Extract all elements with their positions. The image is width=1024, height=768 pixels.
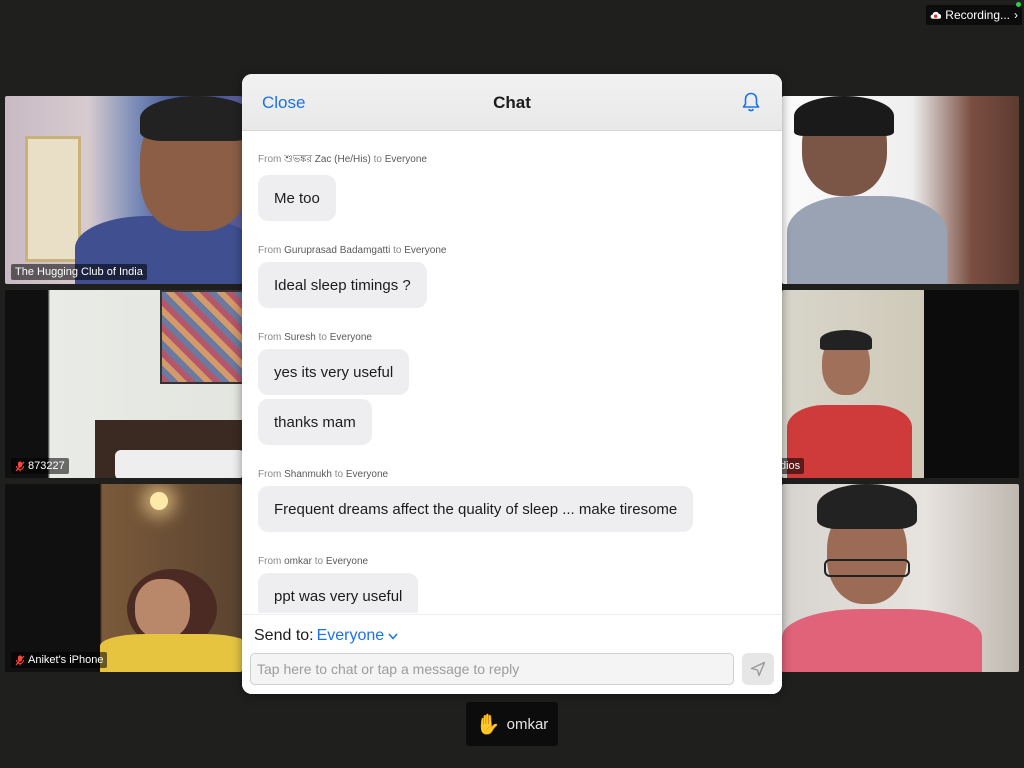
recording-label: Recording... (945, 8, 1010, 22)
video-tile-2[interactable] (782, 96, 1019, 284)
participant-hair (817, 484, 917, 529)
message-bubble[interactable]: ppt was very useful (258, 573, 419, 613)
message-bubble[interactable]: yes its very useful (258, 349, 410, 395)
to-prefix: to (314, 556, 324, 567)
participant-glasses (824, 559, 910, 577)
to-prefix: to (393, 245, 402, 256)
participant-name: Aniket's iPhone (28, 654, 104, 666)
participant-name-label: The Hugging Club of India (11, 264, 147, 280)
participant-hair (820, 330, 872, 350)
wall-art (25, 136, 81, 262)
to-prefix: to (334, 469, 344, 480)
message-group: From Guruprasad Badamgatti to Everyone Id… (258, 245, 766, 312)
recipient-name: Everyone (404, 245, 447, 256)
recipient-name: Everyone (384, 154, 427, 165)
chat-header: Close Chat (242, 74, 782, 131)
video-tile-5[interactable]: Aniket's iPhone (5, 484, 242, 672)
participant-name-label: 873227 (11, 458, 69, 474)
recipient-name: Everyone (345, 469, 389, 480)
sender-name: Guruprasad Badamgatti (284, 245, 391, 256)
message-group: From omkar to Everyone ppt was very usefu… (258, 556, 766, 613)
message-list[interactable]: From শুভঙ্কর Zac (He/His) to Everyone Me … (242, 131, 782, 613)
participant-video (100, 634, 242, 672)
participant-hair (140, 96, 242, 141)
chat-title: Chat (493, 93, 531, 112)
sender-name: omkar (284, 556, 312, 567)
raised-hand-icon: ✋ (475, 713, 501, 736)
recipient-value: Everyone (316, 627, 385, 644)
video-tile-1[interactable]: The Hugging Club of India (5, 96, 242, 284)
mic-muted-icon (15, 655, 25, 665)
sender-name: Shanmukh (284, 469, 332, 480)
from-prefix: From (258, 245, 282, 256)
recipient-dropdown[interactable]: Everyone (317, 627, 399, 645)
status-dot-icon (1016, 2, 1021, 7)
participant-name: dios (782, 460, 801, 472)
message-group: From Shanmukh to Everyone Frequent dreams… (258, 469, 766, 536)
from-prefix: From (258, 556, 282, 567)
message-meta: From Shanmukh to Everyone (258, 469, 766, 480)
chevron-right-icon: › (1014, 8, 1018, 22)
pillow (115, 450, 242, 478)
message-bubble[interactable]: Frequent dreams affect the quality of sl… (258, 486, 694, 532)
chevron-down-icon (388, 633, 398, 640)
raised-hand-indicator: ✋ omkar (466, 702, 558, 746)
participant-name-label: Aniket's iPhone (11, 652, 108, 668)
mic-muted-icon (15, 461, 25, 471)
message-bubble[interactable]: thanks mam (258, 399, 372, 445)
from-prefix: From (258, 332, 282, 343)
chat-footer: Send to: Everyone (242, 614, 782, 694)
message-meta: From Suresh to Everyone (258, 332, 766, 343)
participant-name-label: dios (782, 458, 805, 474)
video-tile-6[interactable] (782, 484, 1019, 672)
cloud-record-icon (930, 11, 942, 19)
participant-hair (794, 96, 894, 136)
video-tile-4[interactable]: dios (782, 290, 1019, 478)
to-prefix: to (318, 332, 327, 343)
bell-icon[interactable] (740, 91, 762, 113)
sender-name: Suresh (284, 332, 316, 343)
ceiling-lamp (150, 492, 168, 510)
send-to-row: Send to: Everyone (254, 627, 398, 645)
wall-poster (160, 290, 242, 384)
participant-video (787, 405, 912, 478)
message-meta: From শুভঙ্কর Zac (He/His) to Everyone (258, 152, 766, 169)
message-group: From শুভঙ্কর Zac (He/His) to Everyone Me … (258, 152, 766, 225)
recipient-name: Everyone (325, 556, 369, 567)
send-to-label: Send to: (254, 627, 314, 644)
from-prefix: From (258, 154, 282, 165)
raised-hand-name: omkar (506, 715, 549, 733)
video-tile-3[interactable]: 873227 (5, 290, 242, 478)
message-meta: From omkar to Everyone (258, 556, 766, 567)
participant-name: 873227 (28, 460, 65, 472)
send-icon (750, 661, 766, 677)
chat-panel: Close Chat From শুভঙ্কর Zac (He/His) to … (242, 74, 782, 694)
to-prefix: to (373, 154, 382, 165)
message-meta: From Guruprasad Badamgatti to Everyone (258, 245, 766, 256)
message-bubble[interactable]: Ideal sleep timings ? (258, 262, 427, 308)
participant-video (787, 196, 947, 284)
participant-face (135, 579, 190, 639)
participant-name: The Hugging Club of India (15, 266, 143, 278)
message-bubble[interactable]: Me too (258, 175, 336, 221)
send-button[interactable] (742, 653, 774, 685)
recipient-name: Everyone (329, 332, 372, 343)
recording-indicator[interactable]: Recording... › (926, 2, 1022, 25)
chat-input[interactable] (250, 653, 734, 685)
from-prefix: From (258, 469, 282, 480)
sender-name: শুভঙ্কর Zac (He/His) (284, 154, 371, 165)
message-group: From Suresh to Everyone yes its very usef… (258, 332, 766, 449)
participant-video (782, 609, 982, 672)
